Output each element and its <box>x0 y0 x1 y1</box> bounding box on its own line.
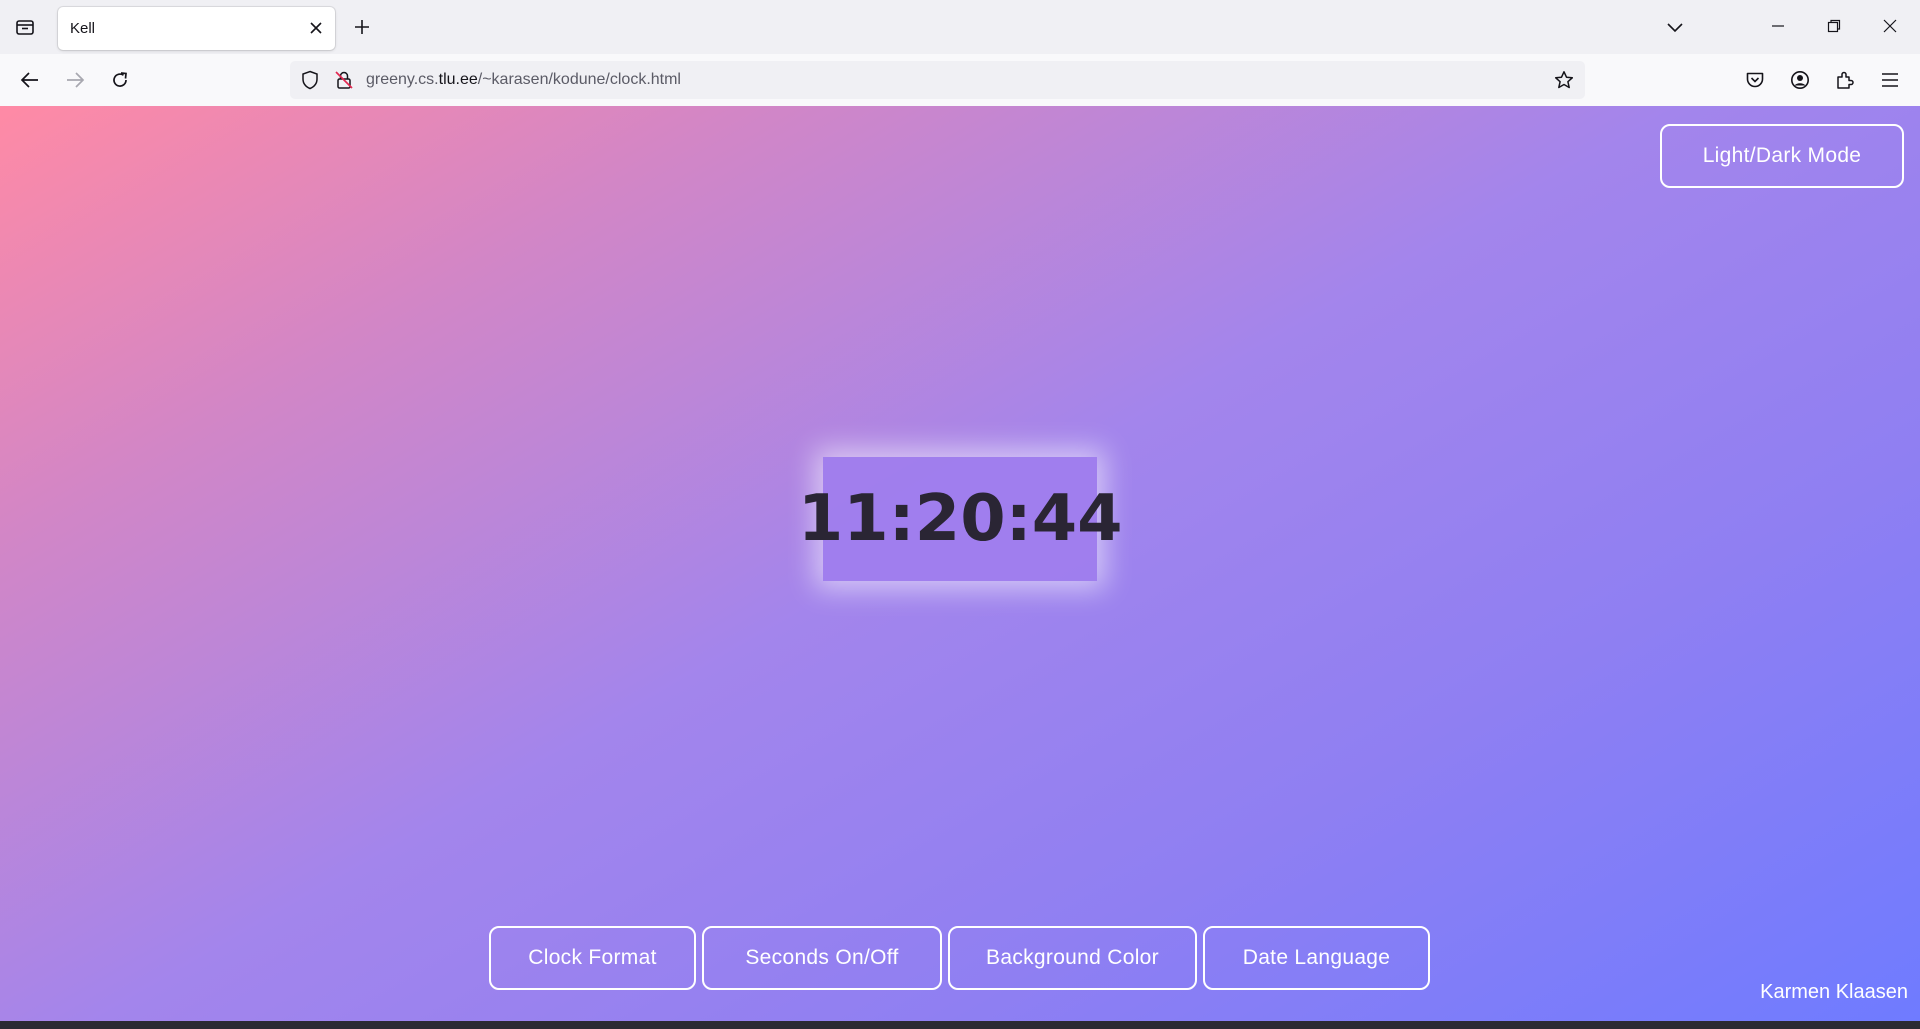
extensions-icon[interactable] <box>1830 65 1860 95</box>
back-arrow-icon[interactable] <box>15 65 45 95</box>
browser-tab[interactable]: Kell <box>58 7 335 50</box>
date-language-button[interactable]: Date Language <box>1203 926 1430 990</box>
minimize-icon[interactable] <box>1756 8 1800 44</box>
insecure-lock-icon[interactable] <box>332 68 356 92</box>
chevron-down-icon[interactable] <box>1660 12 1690 42</box>
tab-title: Kell <box>70 20 96 37</box>
url-host: tlu.ee <box>438 71 478 88</box>
star-icon[interactable] <box>1552 68 1576 92</box>
url-text: greeny.cs.tlu.ee/~karasen/kodune/clock.h… <box>366 71 681 89</box>
tab-list-icon[interactable] <box>10 12 40 42</box>
close-icon[interactable] <box>305 17 327 39</box>
pocket-icon[interactable] <box>1740 65 1770 95</box>
seconds-toggle-button[interactable]: Seconds On/Off <box>702 926 942 990</box>
clock-format-button[interactable]: Clock Format <box>489 926 696 990</box>
taskbar-edge <box>0 1021 1920 1029</box>
restore-icon[interactable] <box>1812 8 1856 44</box>
navigation-bar: greeny.cs.tlu.ee/~karasen/kodune/clock.h… <box>0 54 1920 107</box>
reload-icon[interactable] <box>105 65 135 95</box>
clock-time: 11:20:44 <box>797 482 1123 556</box>
clock-display: 11:20:44 <box>798 457 1122 581</box>
light-dark-mode-button[interactable]: Light/Dark Mode <box>1660 124 1904 188</box>
tab-bar: Kell <box>0 0 1920 54</box>
author-name: Karmen Klaasen <box>1760 981 1908 1003</box>
url-path: /~karasen/kodune/clock.html <box>477 71 681 88</box>
background-color-button[interactable]: Background Color <box>948 926 1197 990</box>
window-close-icon[interactable] <box>1868 8 1912 44</box>
clock-page: Light/Dark Mode 11:20:44 Clock Format Se… <box>0 106 1920 1021</box>
url-bar[interactable]: greeny.cs.tlu.ee/~karasen/kodune/clock.h… <box>290 61 1585 99</box>
shield-icon[interactable] <box>298 68 322 92</box>
forward-arrow-icon[interactable] <box>60 65 90 95</box>
plus-icon[interactable] <box>347 12 377 42</box>
menu-icon[interactable] <box>1875 65 1905 95</box>
account-icon[interactable] <box>1785 65 1815 95</box>
url-prefix: greeny.cs. <box>366 71 439 88</box>
